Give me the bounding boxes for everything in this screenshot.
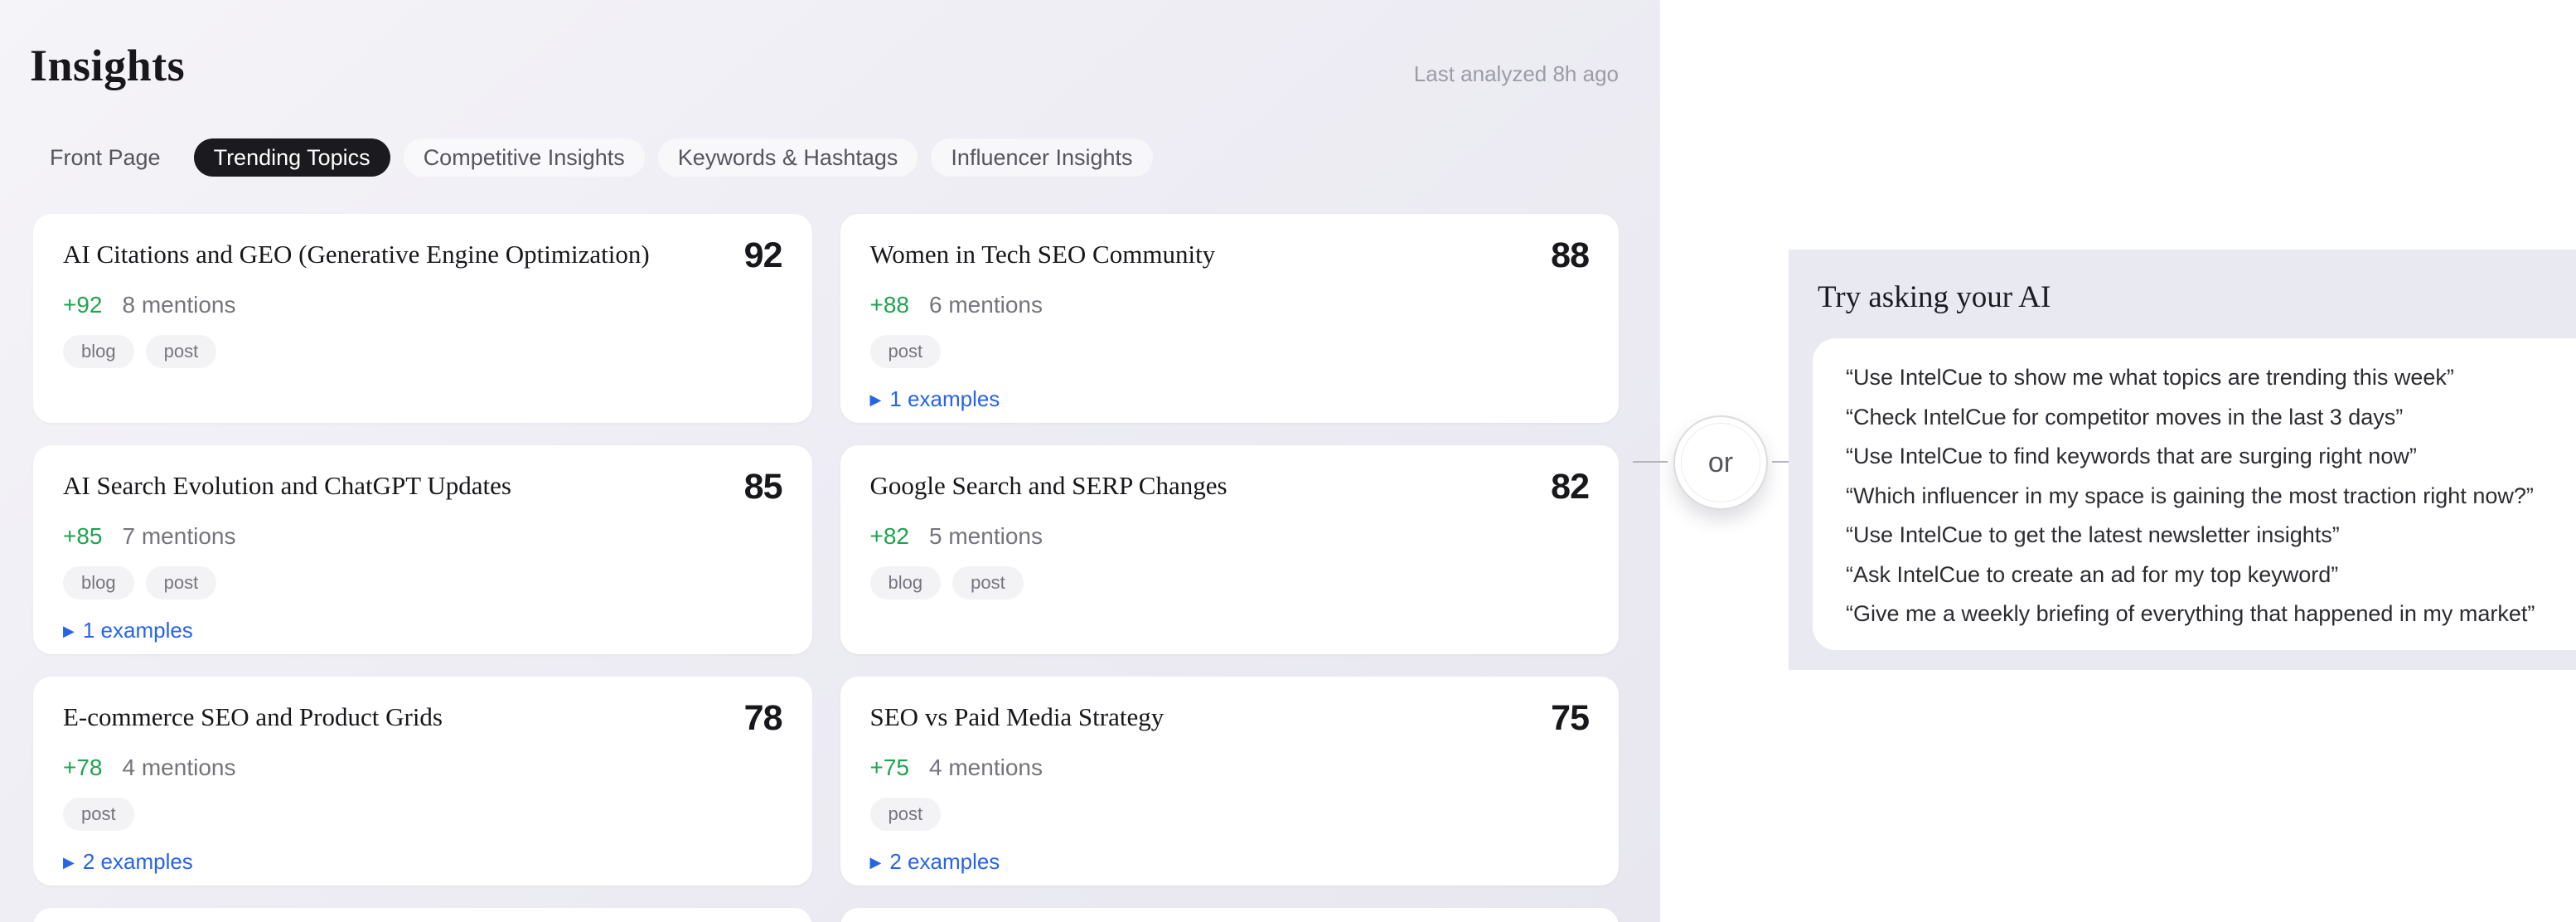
mentions-row: +88 6 mentions: [870, 292, 1590, 318]
tab-competitive-insights[interactable]: Competitive Insights: [404, 138, 645, 177]
score-delta: +85: [63, 523, 103, 550]
score-delta: +75: [870, 755, 910, 781]
ai-prompt: “Check IntelCue for competitor moves in …: [1846, 398, 2576, 438]
mentions-row: +82 5 mentions: [870, 523, 1590, 550]
examples-toggle[interactable]: ▶ 2 examples: [870, 849, 1000, 875]
tag-badge: post: [63, 798, 134, 831]
trending-topics-grid: AI Citations and GEO (Generative Engine …: [33, 214, 1619, 922]
topic-score: 75: [1551, 698, 1589, 739]
mention-count: 4 mentions: [123, 755, 236, 781]
tab-trending-topics[interactable]: Trending Topics: [194, 138, 390, 177]
tags-row: blog post: [870, 566, 1590, 599]
topic-score: 92: [744, 235, 782, 276]
mention-count: 7 mentions: [123, 523, 236, 550]
mentions-row: +78 4 mentions: [63, 755, 782, 781]
trending-topic-card[interactable]: SEO vs Paid Media Strategy 75 +75 4 ment…: [840, 677, 1620, 886]
trending-topic-card[interactable]: Google Search and SERP Changes 82 +82 5 …: [840, 445, 1620, 654]
topic-title: AI Citations and GEO (Generative Engine …: [63, 239, 709, 270]
connector-line: [1633, 461, 1668, 463]
topic-score: 85: [744, 467, 782, 507]
examples-label: 1 examples: [83, 618, 193, 643]
play-icon: ▶: [870, 392, 882, 407]
examples-label: 2 examples: [889, 849, 1000, 875]
play-icon: ▶: [63, 624, 75, 638]
topic-title: SEO vs Paid Media Strategy: [870, 701, 1517, 733]
mention-count: 8 mentions: [123, 292, 236, 318]
tags-row: post: [870, 798, 1590, 831]
mentions-row: +75 4 mentions: [870, 755, 1590, 781]
page-title: Insights: [30, 40, 185, 91]
ai-prompt: “Use IntelCue to find keywords that are …: [1846, 437, 2576, 477]
tag-badge: blog: [63, 566, 134, 599]
play-icon: ▶: [63, 855, 75, 870]
trending-topic-card[interactable]: AI Citations and GEO (Generative Engine …: [33, 214, 812, 423]
topic-title: E-commerce SEO and Product Grids: [63, 701, 709, 733]
tags-row: post: [63, 798, 782, 831]
mentions-row: +92 8 mentions: [63, 292, 782, 318]
score-delta: +88: [870, 292, 910, 318]
play-icon: ▶: [870, 855, 882, 870]
insights-panel: Insights Last analyzed 8h ago Front Page…: [0, 0, 1660, 922]
score-delta: +78: [63, 755, 103, 781]
ai-panel-title: Try asking your AI: [1818, 279, 2051, 315]
tab-influencer-insights[interactable]: Influencer Insights: [931, 138, 1152, 177]
tags-row: post: [870, 335, 1590, 368]
mentions-row: +85 7 mentions: [63, 523, 782, 550]
tag-badge: blog: [870, 566, 942, 599]
score-delta: +92: [63, 292, 103, 318]
mention-count: 6 mentions: [929, 292, 1043, 318]
tag-badge: post: [146, 335, 217, 368]
ai-prompt-card: “Use IntelCue to show me what topics are…: [1813, 338, 2576, 650]
ai-prompt: “Use IntelCue to show me what topics are…: [1846, 358, 2576, 398]
mention-count: 5 mentions: [929, 523, 1043, 550]
examples-toggle[interactable]: ▶ 1 examples: [870, 386, 1000, 412]
tab-keywords-hashtags[interactable]: Keywords & Hashtags: [658, 138, 918, 177]
topic-score: 88: [1551, 235, 1589, 276]
ai-prompt: “Ask IntelCue to create an ad for my top…: [1846, 556, 2576, 595]
examples-label: 2 examples: [83, 849, 193, 875]
trending-topic-card[interactable]: AI Search Evolution and ChatGPT Updates …: [33, 445, 812, 654]
topic-score: 82: [1551, 467, 1589, 507]
ai-prompt: “Give me a weekly briefing of everything…: [1846, 594, 2576, 634]
topic-score: 78: [744, 698, 782, 739]
tags-row: blog post: [63, 335, 782, 368]
trending-topic-card[interactable]: Women in Tech SEO Community 88 +88 6 men…: [840, 214, 1620, 423]
trending-topic-card[interactable]: E-commerce SEO and Product Grids 78 +78 …: [33, 677, 812, 886]
tag-badge: post: [870, 335, 942, 368]
last-analyzed-status: Last analyzed 8h ago: [1414, 61, 1619, 87]
ai-prompt: “Which influencer in my space is gaining…: [1846, 477, 2576, 517]
tags-row: blog post: [63, 566, 782, 599]
ai-suggestions-panel: Try asking your AI “Use IntelCue to show…: [1789, 250, 2576, 670]
examples-toggle[interactable]: ▶ 2 examples: [63, 849, 193, 875]
ai-prompt: “Use IntelCue to get the latest newslett…: [1846, 516, 2576, 556]
topic-title: AI Search Evolution and ChatGPT Updates: [63, 470, 709, 502]
score-delta: +82: [870, 523, 910, 550]
tag-badge: post: [870, 798, 942, 831]
tab-front-page[interactable]: Front Page: [30, 138, 181, 177]
topic-title: Google Search and SERP Changes: [870, 470, 1517, 502]
topic-title: Women in Tech SEO Community: [870, 239, 1517, 270]
tag-badge: post: [146, 566, 217, 599]
insights-tabs: Front Page Trending Topics Competitive I…: [30, 138, 1153, 177]
trending-topic-card[interactable]: [33, 908, 812, 922]
trending-topic-card[interactable]: [840, 908, 1620, 922]
tag-badge: post: [952, 566, 1024, 599]
or-divider-ring: [1681, 423, 1760, 502]
examples-label: 1 examples: [889, 386, 1000, 412]
examples-toggle[interactable]: ▶ 1 examples: [63, 618, 193, 643]
tag-badge: blog: [63, 335, 134, 368]
mention-count: 4 mentions: [929, 755, 1043, 781]
or-divider: or: [1673, 415, 1768, 510]
